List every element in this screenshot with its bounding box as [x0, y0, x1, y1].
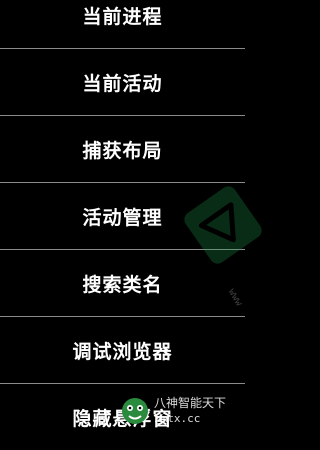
menu-item-capture-layout[interactable]: 捕获布局 — [0, 116, 245, 182]
menu-item-hide-floating-window[interactable]: 隐藏悬浮窗 — [0, 384, 245, 450]
menu-item-label: 调试浏览器 — [72, 340, 173, 363]
menu-item-label: 活动管理 — [82, 206, 163, 229]
menu-item-current-process[interactable]: 当前进程 — [0, 0, 245, 48]
menu-item-label: 当前进程 — [82, 5, 163, 28]
menu-item-debug-browser[interactable]: 调试浏览器 — [0, 317, 245, 383]
tool-menu: 当前进程 当前活动 捕获布局 活动管理 搜索类名 调试浏览器 隐藏悬浮窗 — [0, 0, 245, 450]
menu-item-label: 当前活动 — [82, 72, 163, 95]
menu-item-current-activity[interactable]: 当前活动 — [0, 49, 245, 115]
menu-item-label: 搜索类名 — [82, 273, 163, 296]
menu-item-label: 隐藏悬浮窗 — [72, 407, 173, 430]
menu-item-label: 捕获布局 — [82, 139, 163, 162]
menu-item-search-class-name[interactable]: 搜索类名 — [0, 250, 245, 316]
menu-item-activity-manager[interactable]: 活动管理 — [0, 183, 245, 249]
